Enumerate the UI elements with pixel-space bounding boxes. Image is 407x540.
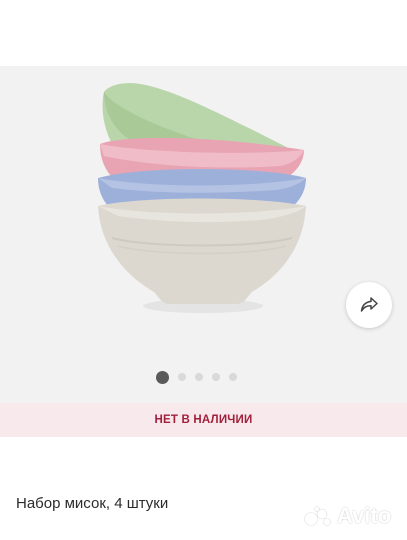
pagination-dot-4[interactable] [212,373,220,381]
share-arrow-icon [360,297,378,312]
beige-bowl [98,198,306,304]
top-space [0,0,407,66]
pagination-dot-3[interactable] [195,373,203,381]
share-button[interactable] [346,282,392,328]
watermark-text: Avito [337,503,392,528]
availability-label: НЕТ В НАЛИЧИИ [154,414,253,426]
pagination-dot-2[interactable] [178,373,186,381]
avito-logo-icon [304,506,331,526]
pagination-dot-5[interactable] [229,373,237,381]
product-image [98,83,306,313]
gallery-pagination [156,370,237,384]
product-title: Набор мисок, 4 штуки [16,495,169,512]
pagination-dot-1[interactable] [156,370,169,384]
product-gallery[interactable] [0,66,407,403]
avito-watermark: Avito [303,503,391,529]
availability-banner: НЕТ В НАЛИЧИИ [0,403,407,437]
